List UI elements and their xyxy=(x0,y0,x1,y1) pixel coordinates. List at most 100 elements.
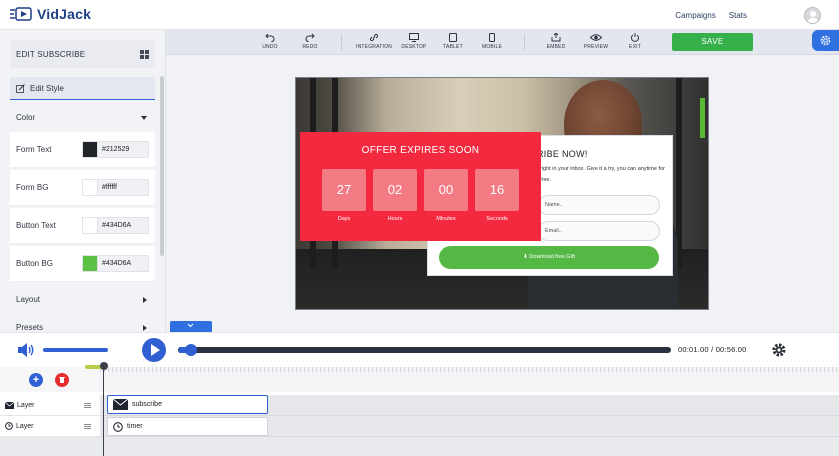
clock-icon xyxy=(5,422,13,430)
layer-row[interactable]: Layer xyxy=(0,416,100,437)
countdown-hours: 02 Hours xyxy=(373,169,417,222)
color-picker-field[interactable]: #434D6A xyxy=(82,255,149,272)
clip-label: subscribe xyxy=(132,401,162,408)
countdown-unit: Minutes xyxy=(436,216,456,222)
timeline-clip-timer[interactable]: timer xyxy=(107,417,268,436)
envelope-icon xyxy=(113,399,128,410)
seek-bar[interactable] xyxy=(178,347,671,353)
desktop-view-button[interactable]: DESKTOP xyxy=(394,33,434,50)
clock-icon xyxy=(113,421,123,432)
download-gift-button[interactable]: ⬇ Download free Gift xyxy=(439,246,659,269)
presets-section-label: Presets xyxy=(16,323,44,332)
video-player-bar: 00:01.00 / 00:56.00 xyxy=(0,332,839,367)
layer-row[interactable]: Layer xyxy=(0,395,100,416)
time-separator: / xyxy=(711,345,714,354)
eye-icon xyxy=(590,34,602,41)
color-value[interactable]: #ffffff xyxy=(98,180,148,195)
nav-stats-link[interactable]: Stats xyxy=(729,11,747,20)
mobile-icon xyxy=(489,33,495,42)
drag-handle-icon[interactable] xyxy=(84,423,91,429)
total-time: 00:56.00 xyxy=(715,345,747,354)
volume-icon[interactable] xyxy=(17,342,35,358)
countdown-value: 00 xyxy=(438,182,454,197)
preview-button[interactable]: PREVIEW xyxy=(576,33,616,50)
color-section-toggle[interactable]: Color xyxy=(10,100,155,136)
nav-campaigns-link[interactable]: Campaigns xyxy=(675,11,715,20)
gear-icon xyxy=(820,35,831,46)
edit-style-tab[interactable]: Edit Style xyxy=(10,77,155,101)
countdown-value: 16 xyxy=(489,182,505,197)
collapse-timeline-button[interactable] xyxy=(170,321,212,332)
undo-label: UNDO xyxy=(262,44,278,50)
chevron-down-icon xyxy=(187,323,194,328)
edit-style-label: Edit Style xyxy=(30,83,64,93)
color-swatch[interactable] xyxy=(83,256,98,271)
exit-button[interactable]: EXIT xyxy=(615,33,655,50)
color-row-label: Button BG xyxy=(16,259,53,268)
presets-section-toggle[interactable]: Presets xyxy=(10,310,155,332)
panel-scrollbar[interactable] xyxy=(160,76,164,256)
edit-icon xyxy=(16,83,25,93)
mobile-view-button[interactable]: MOBILE xyxy=(472,33,512,50)
tablet-view-button[interactable]: TABLET xyxy=(433,33,473,50)
gear-icon[interactable] xyxy=(771,342,787,358)
color-picker-field[interactable]: #434D6A xyxy=(82,217,149,234)
brand[interactable]: VidJack xyxy=(10,6,91,22)
color-value[interactable]: #212529 xyxy=(98,142,148,157)
countdown-unit: Hours xyxy=(387,216,403,222)
save-button[interactable]: SAVE xyxy=(672,33,753,51)
color-picker-field[interactable]: #ffffff xyxy=(82,179,149,196)
background-accent xyxy=(700,98,705,138)
seek-handle[interactable] xyxy=(178,344,197,356)
embed-button[interactable]: EMBED xyxy=(536,33,576,50)
color-value[interactable]: #434D6A xyxy=(98,218,148,233)
timeline-ruler[interactable] xyxy=(100,367,839,392)
subscribe-title: RIBE NOW! xyxy=(537,149,588,159)
color-swatch[interactable] xyxy=(83,142,98,157)
exit-label: EXIT xyxy=(629,44,641,50)
redo-button[interactable]: REDO xyxy=(290,33,330,50)
timeline-clip-subscribe[interactable]: subscribe xyxy=(107,395,268,414)
toolbar-divider xyxy=(524,34,525,51)
user-avatar[interactable] xyxy=(804,7,821,24)
integration-button[interactable]: INTEGRATION xyxy=(354,33,394,50)
envelope-icon xyxy=(5,401,14,409)
grid-icon[interactable] xyxy=(140,49,149,59)
app-name: VidJack xyxy=(37,6,92,22)
mobile-label: MOBILE xyxy=(481,44,503,50)
countdown-days: 27 Days xyxy=(322,169,366,222)
countdown-timer-widget[interactable]: OFFER EXPIRES SOON 27 Days 02 Hours 00 M… xyxy=(300,132,541,241)
add-layer-button[interactable]: + xyxy=(29,373,43,387)
countdown-seconds: 16 Seconds xyxy=(475,169,519,222)
color-swatch[interactable] xyxy=(83,218,98,233)
color-row-label: Button Text xyxy=(16,221,56,230)
color-row-form-text: Form Text #212529 xyxy=(10,132,155,168)
chevron-right-icon xyxy=(143,324,147,331)
countdown-value: 02 xyxy=(387,182,403,197)
countdown-minutes: 00 Minutes xyxy=(424,169,468,222)
preview-label: PREVIEW xyxy=(583,44,609,50)
settings-button[interactable] xyxy=(812,30,839,51)
embed-label: EMBED xyxy=(546,44,566,50)
playhead-handle[interactable] xyxy=(100,362,108,370)
email-input[interactable]: Email.. xyxy=(538,221,660,241)
app-root: VidJack Campaigns Stats EDIT SUBSCRIBE E… xyxy=(0,0,839,456)
chevron-right-icon xyxy=(143,296,147,303)
color-picker-field[interactable]: #212529 xyxy=(82,141,149,158)
timecode: 00:01.00 / 00:56.00 xyxy=(678,345,746,354)
color-row-form-bg: Form BG #ffffff xyxy=(10,170,155,206)
trash-icon xyxy=(59,377,65,383)
name-input[interactable]: Name.. xyxy=(538,195,660,215)
undo-icon xyxy=(265,33,275,42)
countdown-unit: Seconds xyxy=(486,216,508,222)
timeline-controls: + xyxy=(0,367,100,392)
undo-button[interactable]: UNDO xyxy=(250,33,290,50)
play-button[interactable] xyxy=(142,338,166,362)
color-swatch[interactable] xyxy=(83,180,98,195)
delete-layer-button[interactable] xyxy=(55,373,69,387)
volume-slider[interactable] xyxy=(43,348,108,352)
countdown-unit: Days xyxy=(337,216,351,222)
color-value[interactable]: #434D6A xyxy=(98,256,148,271)
link-icon xyxy=(369,33,379,42)
drag-handle-icon[interactable] xyxy=(84,402,91,408)
